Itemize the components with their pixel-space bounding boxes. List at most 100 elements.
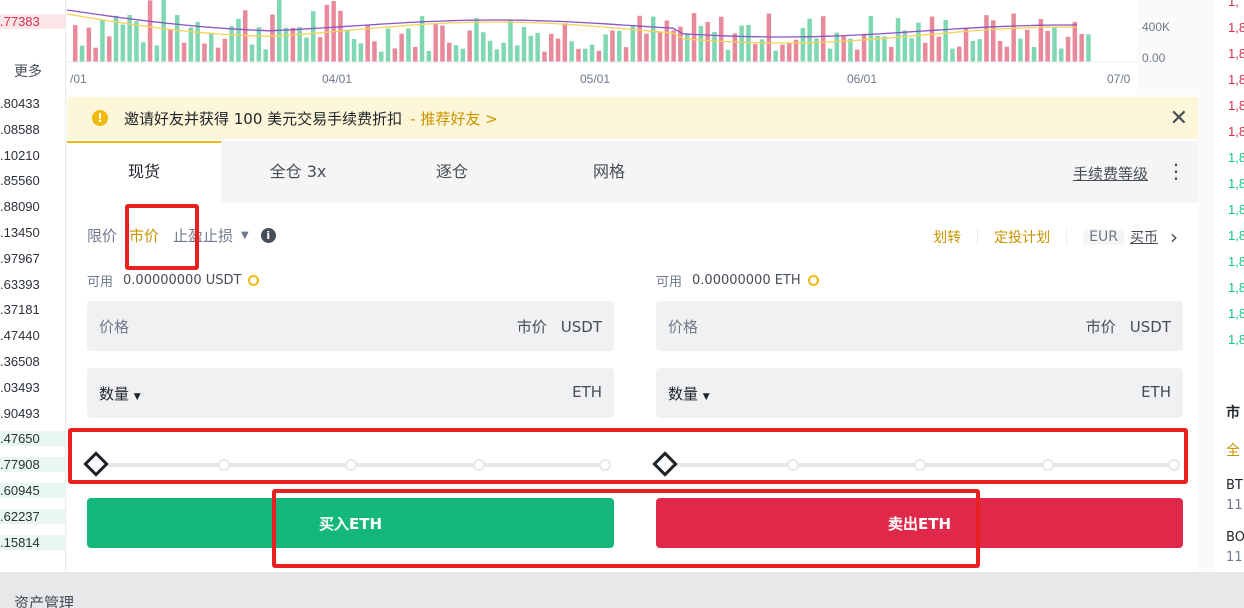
sell-amount-label[interactable]: 数量 ▼ (668, 383, 710, 404)
referral-link[interactable]: - 推荐好友 > (410, 108, 498, 129)
volume-bar (1059, 48, 1064, 62)
order-book-price: .80433 (0, 96, 40, 111)
caret-down-icon: ▼ (702, 392, 710, 402)
more-link[interactable]: 更多 (14, 61, 42, 81)
volume-bar (392, 48, 398, 62)
sell-amount-field[interactable]: 数量 ▼ ETH (656, 368, 1183, 418)
deposit-icon[interactable] (248, 275, 260, 286)
volume-bar (569, 41, 574, 62)
volume-bar (549, 33, 554, 62)
volume-bar (889, 46, 894, 62)
volume-bar (712, 31, 717, 62)
order-type-stop[interactable]: 止盈止损 (173, 225, 233, 246)
buy-amount-field[interactable]: 数量 ▼ ETH (87, 368, 614, 418)
sell-amount-slider[interactable] (652, 451, 1180, 477)
buy-amount-label[interactable]: 数量 ▼ (99, 383, 141, 404)
order-book-price: .36508 (0, 354, 40, 369)
slider-node-25[interactable] (787, 459, 799, 471)
transfer-link[interactable]: 划转 (933, 227, 961, 247)
volume-bar (515, 45, 520, 62)
volume-bar (385, 28, 391, 62)
volume-bar (787, 42, 792, 62)
order-type-limit[interactable]: 限价 (87, 225, 117, 246)
volume-bar (338, 10, 343, 63)
fee-level-link[interactable]: 手续费等级 (1073, 163, 1148, 184)
order-type-market[interactable]: 市价 (129, 225, 159, 246)
volume-bar (453, 45, 459, 62)
volume-bar (1025, 29, 1030, 62)
info-icon[interactable]: i (260, 228, 276, 243)
buy-crypto-link[interactable]: 买币 (1130, 227, 1158, 247)
volume-bar (780, 44, 785, 62)
buy-amount-slider[interactable] (83, 451, 611, 477)
slider-node-75[interactable] (1042, 459, 1054, 471)
slider-node-50[interactable] (345, 459, 357, 471)
buy-button[interactable]: 买入ETH (87, 498, 614, 548)
volume-bar (875, 35, 880, 62)
sell-price-suffix: 市价 USDT (1085, 318, 1171, 336)
tab-spot[interactable]: 现货 (67, 141, 221, 203)
volume-bar (120, 24, 126, 62)
volume-bar (895, 17, 901, 63)
deposit-icon[interactable] (807, 275, 819, 286)
referral-banner: ! 邀请好友并获得 100 美元交易手续费折扣 - 推荐好友 > ✕ (67, 97, 1198, 139)
market-pair-1[interactable]: BT (1226, 478, 1243, 493)
volume-bar (1031, 47, 1037, 62)
more-options-icon[interactable]: ⋮ (1166, 159, 1186, 183)
volume-bar (1065, 36, 1071, 62)
slider-node-75[interactable] (473, 459, 485, 471)
trade-tools: 划转 定投计划 EUR 买币 › (933, 225, 1178, 249)
auto-invest-link[interactable]: 定投计划 (994, 227, 1050, 247)
sell-price-field[interactable]: 价格 市价 USDT (656, 301, 1183, 351)
volume-bar (841, 35, 846, 62)
buy-price-label: 价格 (99, 318, 130, 336)
sell-button[interactable]: 卖出ETH (656, 498, 1183, 548)
slider-handle[interactable] (83, 451, 109, 477)
slider-node-100[interactable] (599, 459, 611, 471)
x-tick-2: 04/01 (322, 72, 353, 86)
volume-bar (664, 20, 670, 62)
sell-available: 可用 0.00000000 ETH (656, 271, 819, 290)
slider-node-25[interactable] (218, 459, 230, 471)
volume-bar (304, 37, 309, 62)
order-book-price: .03493 (0, 379, 40, 395)
volume-bar (644, 33, 649, 62)
right-price: 1,8 (1228, 124, 1244, 139)
volume-bar (365, 24, 370, 62)
volume-bar (698, 25, 704, 62)
right-price: 1,8 (1228, 228, 1244, 243)
moving-average-line (67, 9, 1077, 38)
volume-bar (202, 43, 207, 62)
volume-bar (290, 27, 296, 62)
caret-down-icon[interactable]: ▼ (241, 230, 249, 241)
y-tick-0: 0.00 (1142, 51, 1166, 65)
volume-bar (630, 25, 636, 62)
right-price: 1,8 (1228, 202, 1244, 217)
volume-bar (324, 4, 330, 62)
tab-cross-margin[interactable]: 全仓 3x (221, 141, 375, 203)
slider-handle[interactable] (652, 451, 678, 477)
order-book-price: .37181 (0, 302, 40, 318)
bottom-bar: 资产管理 (0, 572, 1244, 608)
volume-bar (977, 39, 982, 62)
volume-bar (134, 21, 139, 63)
order-book-price: .60945 (0, 483, 65, 498)
chevron-right-icon[interactable]: › (1170, 225, 1178, 249)
volume-bar (705, 21, 710, 62)
market-pair-2[interactable]: BO (1226, 530, 1244, 545)
volume-bar (209, 32, 214, 62)
order-book-price: .47650 (0, 431, 65, 447)
sell-price-label: 价格 (668, 318, 699, 336)
tab-isolated-margin[interactable]: 逐仓 (375, 141, 529, 203)
slider-node-50[interactable] (914, 459, 926, 471)
order-book-price: .47440 (0, 328, 40, 344)
market-tab-all[interactable]: 全 (1226, 440, 1240, 460)
volume-bar (93, 47, 98, 62)
close-icon[interactable]: ✕ (1170, 106, 1188, 131)
volume-bar (297, 27, 302, 62)
tab-grid[interactable]: 网格 (529, 141, 689, 203)
slider-node-100[interactable] (1168, 459, 1180, 471)
buy-price-field[interactable]: 价格 市价 USDT (87, 301, 614, 351)
volume-bar (107, 36, 112, 62)
asset-management-label[interactable]: 资产管理 (14, 592, 74, 608)
